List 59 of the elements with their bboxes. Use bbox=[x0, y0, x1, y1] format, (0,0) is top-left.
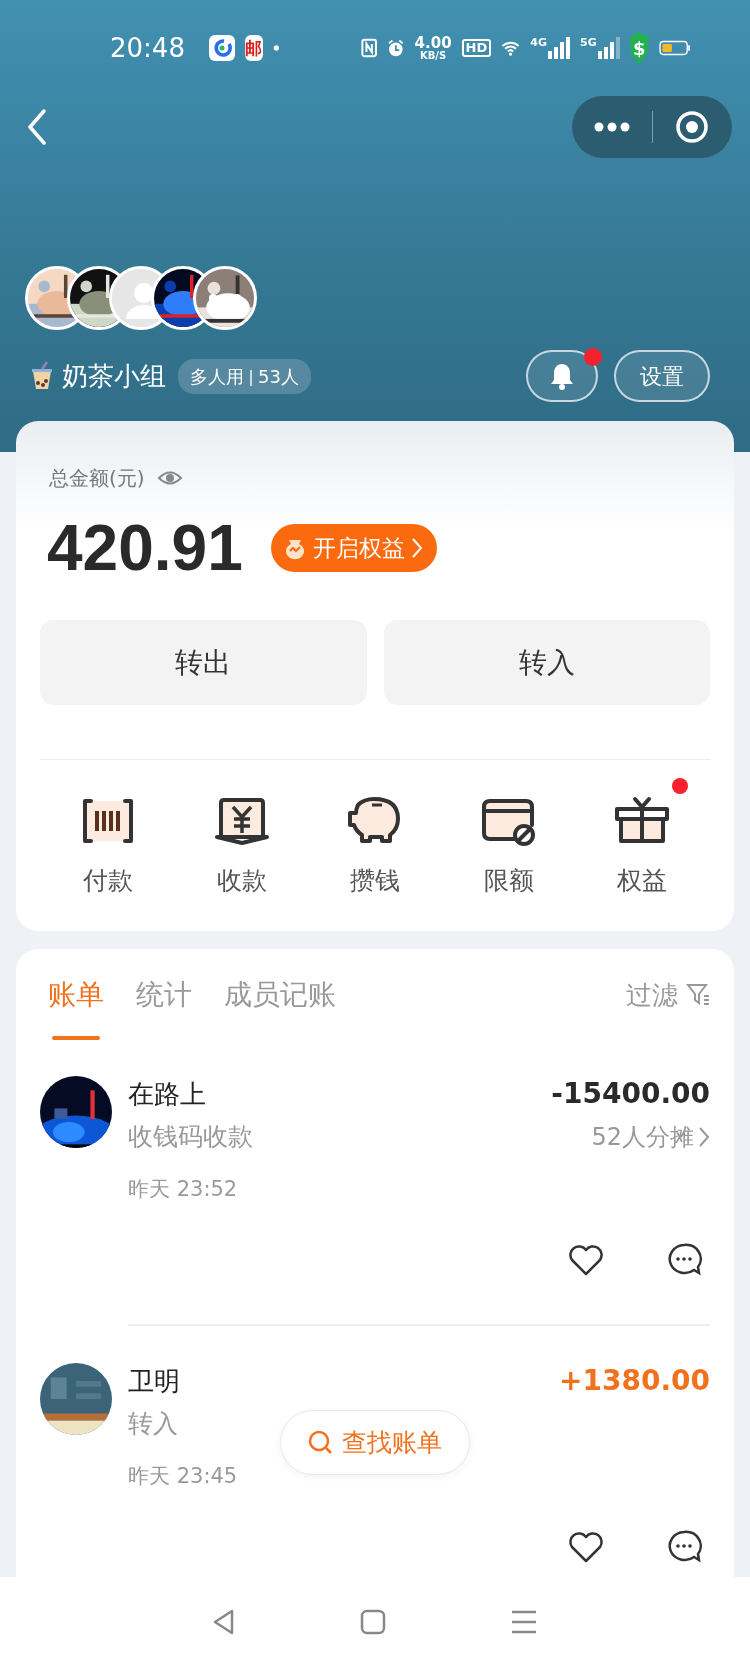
chevron-icon bbox=[698, 1126, 710, 1148]
speed-unit: KB/S bbox=[419, 50, 447, 61]
filter-button[interactable]: 过滤 bbox=[626, 977, 710, 1013]
shield-icon: $ bbox=[629, 32, 649, 64]
transfer-out-button[interactable]: 转出 bbox=[40, 620, 367, 705]
transfer-in-button[interactable]: 转入 bbox=[383, 620, 710, 705]
chevron-icon bbox=[410, 537, 423, 559]
shortcut-button[interactable]: 权益 bbox=[592, 776, 692, 898]
heart-icon bbox=[568, 1529, 604, 1563]
more-icon bbox=[593, 122, 630, 132]
back-icon[interactable] bbox=[26, 109, 48, 145]
signal-bars-icon bbox=[597, 37, 620, 59]
shortcut-button[interactable]: 付款 bbox=[58, 776, 158, 898]
comment-button[interactable] bbox=[666, 1242, 702, 1276]
settings-button[interactable]: 设置 bbox=[614, 350, 710, 402]
like-button[interactable] bbox=[568, 1242, 604, 1276]
bill-type: 收钱码收款 bbox=[128, 1121, 253, 1153]
comment-icon bbox=[666, 1529, 702, 1563]
network-type-label: 4G bbox=[530, 37, 547, 48]
group-name: 奶茶小组 bbox=[62, 359, 166, 393]
balance-label: 总金额(元) bbox=[49, 465, 145, 491]
tab[interactable]: 成员记账 bbox=[224, 977, 336, 1040]
shortcut-button[interactable]: 收款 bbox=[191, 776, 292, 898]
dot-icon bbox=[272, 43, 280, 53]
bill-amount: +1380.00 bbox=[559, 1363, 710, 1399]
like-button[interactable] bbox=[568, 1529, 604, 1563]
bill-time: 昨天 23:52 bbox=[128, 1176, 238, 1203]
record-icon bbox=[675, 110, 710, 144]
shortcut-button[interactable]: 限额 bbox=[458, 776, 559, 898]
tab[interactable]: 账单 bbox=[48, 977, 104, 1040]
more-members-avatar[interactable] bbox=[193, 266, 257, 330]
back-icon[interactable] bbox=[212, 1608, 236, 1636]
payer-name: 卫明 bbox=[128, 1365, 180, 1398]
network-speed: 4.00 bbox=[414, 35, 452, 51]
benefits-button[interactable]: 开启权益 bbox=[270, 524, 437, 572]
home-icon[interactable] bbox=[360, 1609, 386, 1635]
payer-name: 在路上 bbox=[128, 1078, 206, 1111]
bill-type: 转入 bbox=[128, 1408, 178, 1440]
member-count-tag: 多人用 53人 bbox=[178, 358, 311, 394]
more-icon bbox=[209, 294, 241, 302]
shortcut-button[interactable]: 攒钱 bbox=[325, 776, 425, 898]
network-type-label: 5G bbox=[580, 37, 597, 48]
bill-time: 昨天 23:45 bbox=[128, 1463, 238, 1490]
balance-amount: 420.91 bbox=[47, 516, 243, 580]
comment-button[interactable] bbox=[666, 1529, 702, 1563]
tab[interactable]: 统计 bbox=[136, 977, 192, 1040]
clock-time: 20:48 bbox=[110, 31, 185, 65]
bell-icon bbox=[549, 362, 575, 390]
bill-amount: -15400.00 bbox=[551, 1076, 710, 1112]
search-bills-button[interactable]: 查找账单 bbox=[280, 1410, 470, 1475]
comment-icon bbox=[666, 1242, 702, 1276]
split-link[interactable]: 52人分摊 bbox=[591, 1119, 710, 1155]
filter-icon bbox=[686, 982, 710, 1008]
heart-icon bbox=[568, 1242, 604, 1276]
search-icon bbox=[308, 1429, 334, 1456]
menu-icon[interactable] bbox=[510, 1609, 538, 1635]
app-notification-icon: 邮 bbox=[244, 35, 263, 61]
hd-voice-badge: HD bbox=[461, 38, 492, 58]
signal-bars-icon bbox=[548, 37, 570, 59]
